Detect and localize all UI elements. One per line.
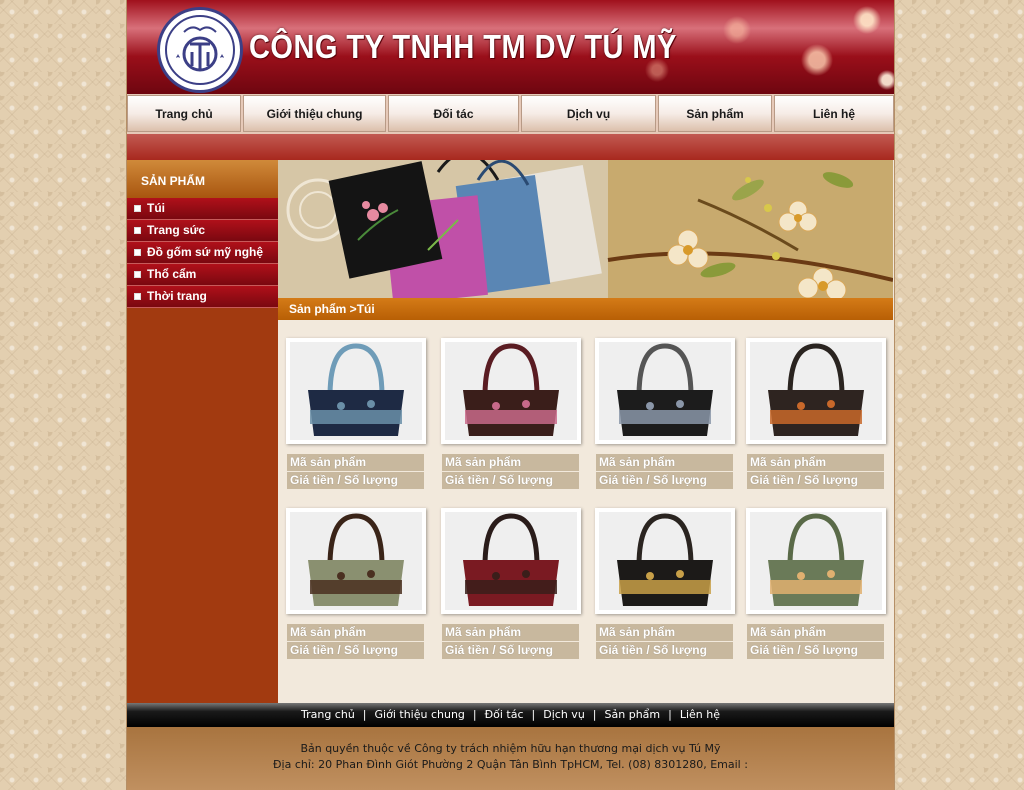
product-code-label: Mã sản phẩm <box>596 624 733 641</box>
footer-link-about[interactable]: Giới thiệu chung <box>367 708 473 721</box>
sidebar-item-jewelry[interactable]: Trang sức <box>127 220 278 242</box>
product-photo[interactable] <box>746 338 886 444</box>
product-price-label: Giá tiền / Số lượng <box>747 642 884 659</box>
bullet-icon <box>134 293 141 300</box>
footer: Bản quyền thuộc về Công ty trách nhiệm h… <box>127 727 894 790</box>
sidebar-item-bags[interactable]: Túi <box>127 198 278 220</box>
company-logo[interactable] <box>157 7 243 93</box>
footer-link-products[interactable]: Sản phẩm <box>597 708 669 721</box>
handbag-icon <box>750 342 882 440</box>
footer-copyright: Bản quyền thuộc về Công ty trách nhiệm h… <box>300 742 721 755</box>
product-photo[interactable] <box>441 338 581 444</box>
product-price-label: Giá tiền / Số lượng <box>442 642 579 659</box>
bullet-icon <box>134 227 141 234</box>
product-photo[interactable] <box>286 338 426 444</box>
nav-contact[interactable]: Liên hệ <box>774 95 894 132</box>
breadcrumb: Sản phẩm >Túi <box>278 298 893 320</box>
sidebar-item-label: Túi <box>147 201 165 215</box>
product-code-label: Mã sản phẩm <box>287 454 424 471</box>
handbag-icon <box>445 512 577 610</box>
nav-products[interactable]: Sản phẩm <box>658 95 772 132</box>
bullet-icon <box>134 249 141 256</box>
handbag-icon <box>290 512 422 610</box>
handbag-icon <box>290 342 422 440</box>
handbag-icon <box>599 342 731 440</box>
handbag-icon <box>599 512 731 610</box>
nav-strip <box>127 134 894 160</box>
product-photo[interactable] <box>746 508 886 614</box>
product-code-label: Mã sản phẩm <box>747 454 884 471</box>
page-container: CÔNG TY TNHH TM DV TÚ MỸ Trang chủ Giới … <box>127 0 894 790</box>
bullet-icon <box>134 271 141 278</box>
product-price-label: Giá tiền / Số lượng <box>596 642 733 659</box>
product-banner-image <box>278 160 893 298</box>
handbag-icon <box>445 342 577 440</box>
nav-services[interactable]: Dịch vụ <box>521 95 656 132</box>
product-price-label: Giá tiền / Số lượng <box>442 472 579 489</box>
sidebar: SẢN PHẨM Túi Trang sức Đồ gốm sứ mỹ nghệ… <box>127 160 278 703</box>
footer-link-partners[interactable]: Đối tác <box>477 708 532 721</box>
product-price-label: Giá tiền / Số lượng <box>747 472 884 489</box>
footer-link-home[interactable]: Trang chủ <box>293 708 363 721</box>
product-price-label: Giá tiền / Số lượng <box>287 642 424 659</box>
nav-about[interactable]: Giới thiệu chung <box>243 95 386 132</box>
sidebar-title: SẢN PHẨM <box>127 160 278 198</box>
footer-link-contact[interactable]: Liên hệ <box>672 708 728 721</box>
main-navigation: Trang chủ Giới thiệu chung Đối tác Dịch … <box>127 94 894 134</box>
product-photo[interactable] <box>286 508 426 614</box>
company-name: CÔNG TY TNHH TM DV TÚ MỸ <box>249 28 677 65</box>
footer-link-services[interactable]: Dịch vụ <box>535 708 593 721</box>
footer-address: Địa chỉ: 20 Phan Đình Giót Phường 2 Quận… <box>273 758 748 771</box>
sidebar-item-label: Thời trang <box>147 289 207 303</box>
sidebar-item-fashion[interactable]: Thời trang <box>127 286 278 308</box>
handbag-icon <box>750 512 882 610</box>
sidebar-item-label: Trang sức <box>147 223 206 237</box>
product-photo[interactable] <box>595 338 735 444</box>
product-code-label: Mã sản phẩm <box>287 624 424 641</box>
product-price-label: Giá tiền / Số lượng <box>287 472 424 489</box>
nav-partners[interactable]: Đối tác <box>388 95 519 132</box>
product-code-label: Mã sản phẩm <box>442 454 579 471</box>
sidebar-item-ceramics[interactable]: Đồ gốm sứ mỹ nghệ <box>127 242 278 264</box>
bullet-icon <box>134 205 141 212</box>
product-code-label: Mã sản phẩm <box>596 454 733 471</box>
sidebar-item-label: Đồ gốm sứ mỹ nghệ <box>147 245 264 259</box>
product-code-label: Mã sản phẩm <box>747 624 884 641</box>
product-price-label: Giá tiền / Số lượng <box>596 472 733 489</box>
nav-home[interactable]: Trang chủ <box>127 95 241 132</box>
footer-navigation: Trang chủ | Giới thiệu chung | Đối tác | Dịch … <box>127 703 894 727</box>
logo-emblem-icon <box>165 15 235 85</box>
product-photo[interactable] <box>441 508 581 614</box>
product-photo[interactable] <box>595 508 735 614</box>
sidebar-item-label: Thổ cẩm <box>147 267 197 281</box>
product-code-label: Mã sản phẩm <box>442 624 579 641</box>
bags-and-flowers-illustration <box>278 160 893 298</box>
header-banner: CÔNG TY TNHH TM DV TÚ MỸ <box>127 0 894 94</box>
footer-separator: | <box>362 708 367 721</box>
sidebar-item-brocade[interactable]: Thổ cẩm <box>127 264 278 286</box>
footer-separator: | <box>592 708 597 721</box>
